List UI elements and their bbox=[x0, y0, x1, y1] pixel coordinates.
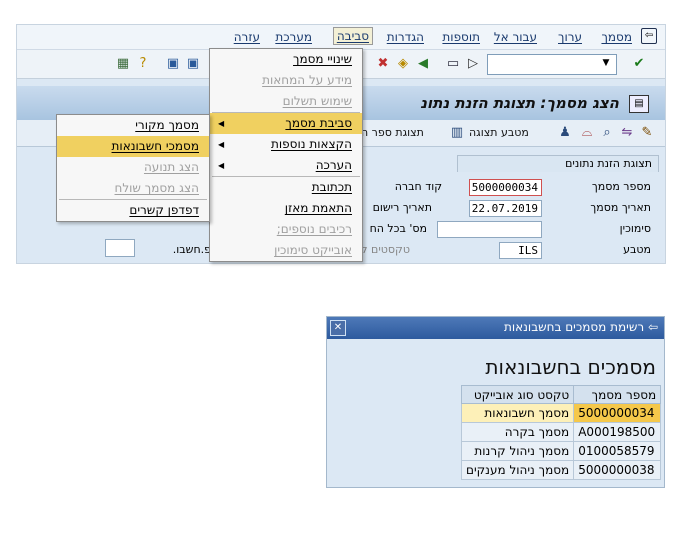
menu-item-additional-assignments[interactable]: ◀ הקצאות נוספות bbox=[210, 134, 362, 155]
table-row[interactable]: 5000000038 מסמך ניהול מענקים bbox=[460, 460, 662, 480]
menu-system[interactable]: מערכת bbox=[272, 29, 315, 45]
caret-left-icon: ◀ bbox=[218, 140, 225, 149]
close-icon[interactable]: ✕ bbox=[330, 320, 346, 336]
menu-item-label: סביבת מסמך bbox=[285, 116, 352, 130]
window-icon: ⇦ bbox=[644, 320, 658, 334]
currency-field[interactable]: ILS bbox=[499, 242, 542, 259]
display-currency-button[interactable]: מטבע תצוגה bbox=[469, 126, 529, 139]
help-icon[interactable]: ? bbox=[135, 56, 151, 72]
menu-bar: ⇦ מסמך ערוך עבור אל תוספות הגדרות סביבה … bbox=[17, 25, 665, 50]
menu-goto[interactable]: עבור אל bbox=[491, 29, 540, 45]
people-icon[interactable]: ♟ bbox=[557, 125, 573, 141]
field-label-fiscal: פ.חשבו. bbox=[172, 243, 211, 256]
menu-item-additional-components[interactable]: רכיבים נוספים; bbox=[210, 219, 362, 240]
submenu-item-show-movement[interactable]: הצג תנועה bbox=[57, 157, 209, 178]
reference-field[interactable] bbox=[437, 221, 542, 238]
display-ledger-button[interactable]: תצוגת ספר ה bbox=[361, 126, 424, 139]
menu-document[interactable]: מסמך bbox=[598, 29, 635, 45]
layout-icon[interactable]: ▦ bbox=[115, 56, 131, 72]
chevron-down-icon[interactable]: ▼ bbox=[599, 55, 613, 71]
enter-icon[interactable]: ✔ bbox=[631, 56, 647, 72]
hat-icon[interactable]: ⌓ bbox=[579, 125, 595, 141]
menu-item-correspondence[interactable]: תכתובת bbox=[210, 177, 362, 198]
document-environment-submenu: מסמך מקורי מסמכי חשבונאות הצג תנועה הצג … bbox=[56, 114, 210, 222]
caret-left-icon: ◀ bbox=[218, 119, 225, 128]
submenu-item-original-doc[interactable]: מסמך מקורי bbox=[57, 115, 209, 136]
field-label-company-code: קוד חברה bbox=[394, 180, 442, 193]
ledger-icon[interactable]: ▥ bbox=[449, 125, 465, 141]
documents-table: מספר מסמך טקסט סוג אובייקט 5000000034 מס… bbox=[460, 385, 662, 480]
object-type-cell[interactable]: מסמך ניהול קרנות bbox=[460, 441, 575, 461]
save-icon[interactable]: ▭ bbox=[445, 56, 461, 72]
edit-pen-icon[interactable]: ✎ bbox=[639, 125, 655, 141]
menu-item-doc-changes[interactable]: שינויי מסמך bbox=[210, 49, 362, 70]
fiscal-field[interactable] bbox=[105, 239, 135, 257]
group-header: תצוגת הזנת נתונים bbox=[457, 155, 659, 172]
dialog-heading: מסמכים בחשבונאות bbox=[485, 355, 656, 379]
field-label-reference: סימוכין bbox=[619, 222, 651, 235]
menu-item-payment-usage[interactable]: שימוש תשלום bbox=[210, 91, 362, 112]
doc-number-cell[interactable]: 0100058579 bbox=[573, 441, 662, 461]
menu-edit[interactable]: ערוך bbox=[555, 29, 585, 45]
menu-item-reference-object[interactable]: אובייקט סימוכין bbox=[210, 240, 362, 261]
accounting-documents-dialog: ⇦ רשימת מסמכים בחשבונאות ✕ מסמכים בחשבונ… bbox=[326, 316, 665, 488]
column-header-doc-number[interactable]: מספר מסמך bbox=[573, 385, 662, 404]
doc-date-field[interactable]: 22.07.2019 bbox=[469, 200, 542, 217]
menu-item-label: הערכה bbox=[315, 158, 352, 172]
submenu-item-accounting-docs[interactable]: מסמכי חשבונאות bbox=[57, 136, 209, 157]
dialog-title-bar: ⇦ רשימת מסמכים בחשבונאות ✕ bbox=[327, 317, 664, 339]
doc-number-cell[interactable]: 5000000034 bbox=[573, 403, 662, 423]
cancel-icon[interactable]: ✖ bbox=[375, 56, 391, 72]
menu-item-valuation[interactable]: ◀ הערכה bbox=[210, 155, 362, 176]
play-icon[interactable]: ▷ bbox=[465, 56, 481, 72]
document-icon: ▤ bbox=[629, 95, 649, 113]
shortcut-icon[interactable]: ▣ bbox=[165, 56, 181, 72]
page-title: הצג מסמך: תצוגת הזנת נתונ bbox=[420, 94, 619, 112]
menu-extras[interactable]: תוספות bbox=[439, 29, 483, 45]
menu-item-doc-environment[interactable]: ◀ סביבת מסמך bbox=[210, 113, 362, 134]
menu-item-balance-reconciliation[interactable]: התאמת מאזן bbox=[210, 198, 362, 219]
object-type-cell[interactable]: מסמך בקרה bbox=[460, 422, 575, 442]
table-row[interactable]: 0100058579 מסמך ניהול קרנות bbox=[460, 441, 662, 461]
display-change-icon[interactable]: ⇋ bbox=[619, 125, 635, 141]
table-row[interactable]: 5000000034 מסמך חשבונאות bbox=[460, 403, 662, 423]
menu-item-label: הקצאות נוספות bbox=[271, 137, 352, 151]
submenu-item-sender-doc[interactable]: הצג מסמך שולח bbox=[57, 178, 209, 199]
back-icon[interactable]: ◀ bbox=[415, 56, 431, 72]
caret-left-icon: ◀ bbox=[218, 161, 225, 170]
dialog-title: ⇦ רשימת מסמכים בחשבונאות bbox=[504, 320, 658, 334]
doc-number-field[interactable]: 5000000034 bbox=[469, 179, 542, 196]
column-header-object-type[interactable]: טקסט סוג אובייקט bbox=[460, 385, 575, 404]
dialog-title-text: רשימת מסמכים בחשבונאות bbox=[503, 320, 645, 334]
environment-menu: שינויי מסמך מידע על המחאות שימוש תשלום ◀… bbox=[209, 48, 363, 262]
field-label-posting-date: תאריך רישום bbox=[372, 201, 432, 214]
menu-settings[interactable]: הגדרות bbox=[384, 29, 427, 45]
field-label-doc-number: מספר מסמך bbox=[591, 180, 651, 193]
create-session-icon[interactable]: ▣ bbox=[185, 56, 201, 72]
field-label-currency: מטבע bbox=[623, 243, 651, 256]
command-field[interactable] bbox=[487, 54, 617, 75]
system-menu-icon[interactable]: ⇦ bbox=[641, 28, 657, 44]
doc-number-cell[interactable]: 5000000038 bbox=[573, 460, 662, 480]
field-label-doc-date: תאריך מסמך bbox=[590, 201, 651, 214]
table-row[interactable]: A000198500 מסמך בקרה bbox=[460, 422, 662, 442]
object-type-cell[interactable]: מסמך חשבונאות bbox=[460, 403, 575, 423]
table-header-row: מספר מסמך טקסט סוג אובייקט bbox=[460, 385, 662, 404]
submenu-item-relationship-browser[interactable]: דפדפן קשרים bbox=[57, 200, 209, 221]
exit-icon[interactable]: ◈ bbox=[395, 56, 411, 72]
object-type-cell[interactable]: מסמך ניהול מענקים bbox=[460, 460, 575, 480]
menu-environment[interactable]: סביבה bbox=[332, 27, 373, 45]
doc-number-cell[interactable]: A000198500 bbox=[573, 422, 662, 442]
menu-help[interactable]: עזרה bbox=[231, 29, 263, 45]
search-icon[interactable]: ⌕ bbox=[599, 125, 615, 141]
menu-item-check-info[interactable]: מידע על המחאות bbox=[210, 70, 362, 91]
